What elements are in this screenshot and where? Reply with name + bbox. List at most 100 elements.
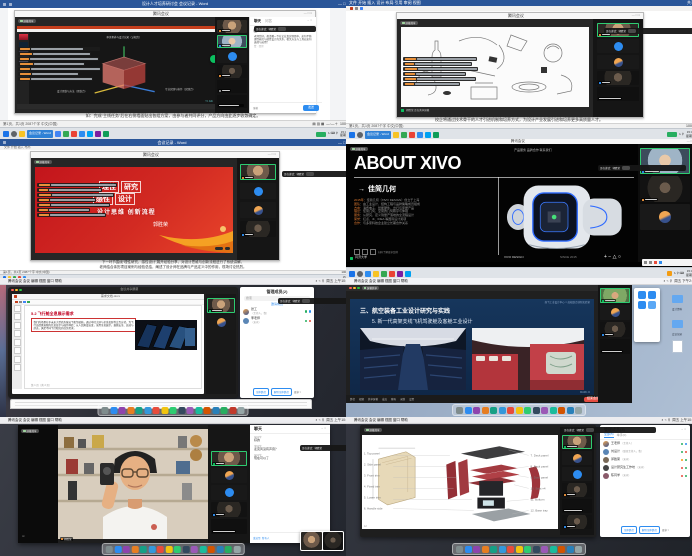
dock-icon[interactable] xyxy=(541,407,548,414)
participant-tile-avatar[interactable] xyxy=(640,204,690,230)
share-button[interactable]: 共享 xyxy=(687,0,692,5)
participant-tile[interactable] xyxy=(217,20,247,33)
dock-icon[interactable] xyxy=(127,407,134,414)
dock-icon[interactable] xyxy=(221,407,228,414)
dock-icon[interactable] xyxy=(199,546,206,553)
doc-thumbnail-pane[interactable] xyxy=(12,303,22,389)
participant-tile-avatar[interactable] xyxy=(240,183,276,199)
menu-bar-status[interactable]: ◐ ⌁ ⚲周五 上午10:07 xyxy=(662,418,692,422)
mini-floating-window[interactable] xyxy=(300,531,344,551)
danmu-checkbox[interactable]: 弹幕 xyxy=(253,107,258,110)
menu-items[interactable]: 腾讯会议 会议 编辑 视图 窗口 帮助 xyxy=(354,279,408,283)
dock-icon[interactable] xyxy=(507,407,514,414)
system-tray[interactable]: ∧ ⚲ ⌨15:47星期五 xyxy=(667,270,692,277)
app-icon[interactable] xyxy=(19,131,25,137)
dock-icon[interactable] xyxy=(165,546,172,553)
member-row[interactable]: 设计研究生工作坊 （来宾） xyxy=(600,464,690,472)
dock-icon-trash[interactable] xyxy=(575,407,582,414)
layout-grid-icon[interactable]: ⊞ xyxy=(22,535,25,539)
participant-tile-speaking[interactable] xyxy=(240,164,276,180)
desktop-folder[interactable]: 设计资料 xyxy=(664,290,690,311)
menu-bar-status[interactable]: ◐ ⌁ ⚲周五 上午10:02 xyxy=(316,279,346,283)
desktop-folder[interactable]: 会议记录 xyxy=(664,315,690,336)
participant-tile[interactable] xyxy=(597,87,639,101)
participant-tile-avatar[interactable] xyxy=(597,55,639,69)
panel-more-icon[interactable]: ⌄ × xyxy=(307,19,312,23)
start-button[interactable] xyxy=(3,131,9,137)
window-controls[interactable]: — □ × xyxy=(338,140,346,145)
share-screen-icon[interactable] xyxy=(648,301,656,309)
dock-icon[interactable] xyxy=(482,407,489,414)
dock-icon[interactable] xyxy=(131,546,138,553)
dock-icon[interactable] xyxy=(473,546,480,553)
dock-icon[interactable] xyxy=(174,546,181,553)
dock-icon[interactable] xyxy=(516,407,523,414)
dock-icon[interactable] xyxy=(499,546,506,553)
dock-icon[interactable] xyxy=(541,546,548,553)
ribbon-icon[interactable] xyxy=(360,7,363,10)
app-icon[interactable] xyxy=(393,132,399,138)
traffic-lights[interactable] xyxy=(11,289,22,292)
app-icon[interactable] xyxy=(63,131,69,137)
app-icon[interactable] xyxy=(433,132,439,138)
participant-tile[interactable] xyxy=(217,95,247,108)
app-icon[interactable] xyxy=(55,131,61,137)
dock-icon[interactable] xyxy=(102,407,109,414)
dock-icon[interactable] xyxy=(153,407,160,414)
dock-icon[interactable] xyxy=(499,407,506,414)
participant-tile-speaking[interactable] xyxy=(562,435,592,449)
dock-icon[interactable] xyxy=(148,546,155,553)
dock-icon[interactable] xyxy=(567,546,574,553)
participant-tile[interactable] xyxy=(240,221,276,237)
dock-icon[interactable] xyxy=(212,407,219,414)
participant-tile-speaking[interactable] xyxy=(207,298,235,313)
ribbon-icon[interactable] xyxy=(350,7,353,10)
participant-tile[interactable] xyxy=(562,483,592,497)
dock-icon[interactable] xyxy=(550,407,557,414)
more-button[interactable]: 更多 > xyxy=(294,391,301,394)
member-row[interactable]: 刘设计 （联席主持人，我） xyxy=(600,448,690,456)
app-icon[interactable] xyxy=(79,131,85,137)
participant-tile[interactable] xyxy=(217,80,247,93)
tab-chat[interactable]: 聊天 xyxy=(254,19,261,23)
dock-icon[interactable] xyxy=(119,407,126,414)
menu-items[interactable]: 腾讯会议 会议 编辑 视图 窗口 帮助 xyxy=(354,418,408,422)
tab-raised-hands[interactable]: 举手(0) xyxy=(617,434,627,438)
app-icon[interactable] xyxy=(87,131,93,137)
mute-all-button[interactable]: 全体静音 xyxy=(253,388,269,396)
ribbon-icon[interactable] xyxy=(355,7,358,10)
member-row[interactable]: 郭胜荣 （来宾） xyxy=(600,456,690,464)
tool-icon[interactable] xyxy=(644,261,647,264)
dock-icon-trash[interactable] xyxy=(238,407,245,414)
slide-nav[interactable]: 产品服务 品牌合作 联系我们 xyxy=(514,149,552,153)
dock-icon[interactable] xyxy=(567,407,574,414)
tool-icon[interactable] xyxy=(654,261,657,264)
toolbar-record[interactable]: 录制 xyxy=(400,398,405,401)
chat-panel-controls[interactable]: ⌄ × xyxy=(321,427,326,431)
app-icon[interactable] xyxy=(71,131,77,137)
tooltip-chip[interactable] xyxy=(628,29,636,33)
dock-icon[interactable] xyxy=(465,546,472,553)
dock-icon[interactable] xyxy=(123,546,130,553)
taskbar-active-window[interactable]: 会议记录 - Word xyxy=(27,130,53,138)
ribbon-icon[interactable] xyxy=(27,301,30,304)
participant-tile[interactable] xyxy=(640,176,690,202)
toolbar-members[interactable]: 成员 xyxy=(382,398,387,401)
save-icon[interactable] xyxy=(3,141,6,144)
toolbar-settings[interactable]: 设置 xyxy=(409,398,414,401)
app-icon[interactable] xyxy=(401,132,407,138)
word-menu-items[interactable]: 文件 开始 插入 设计 布局 引用 审阅 视图 xyxy=(349,0,421,5)
traffic-lights[interactable] xyxy=(349,287,360,290)
tool-icon[interactable] xyxy=(649,261,652,264)
meeting-window-controls[interactable]: — □ × xyxy=(632,14,640,18)
participant-tile[interactable] xyxy=(597,71,639,85)
panel-controls[interactable]: ⌄ × xyxy=(681,428,686,432)
dock-icon[interactable] xyxy=(170,407,177,414)
join-meeting-icon[interactable] xyxy=(638,291,646,299)
dock-icon[interactable] xyxy=(191,546,198,553)
annotation-toolbar[interactable] xyxy=(642,259,692,266)
start-button[interactable] xyxy=(349,132,355,138)
dock-icon[interactable] xyxy=(524,546,531,553)
message-actions[interactable]: 赞 · 回复 xyxy=(250,44,316,49)
dock-icon[interactable] xyxy=(533,407,540,414)
